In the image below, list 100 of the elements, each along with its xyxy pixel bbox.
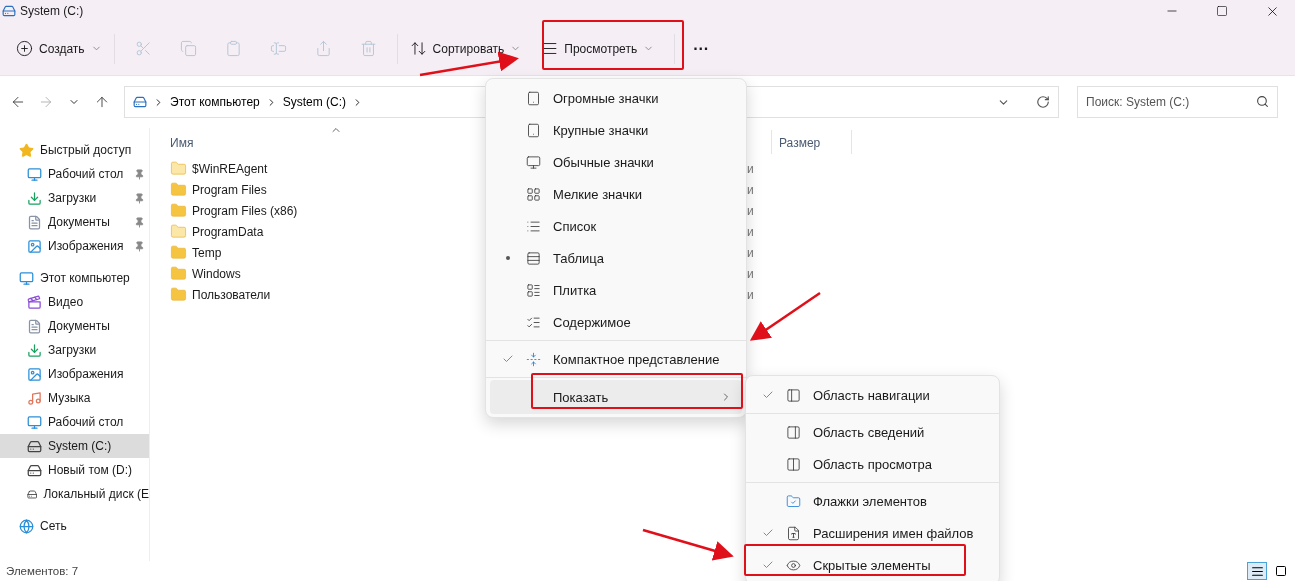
- menu-item[interactable]: Плитка: [490, 274, 742, 306]
- column-header[interactable]: Имя: [170, 136, 194, 150]
- computer-icon: [19, 270, 34, 286]
- panel-right-icon: [786, 424, 801, 440]
- panel-left-icon: [786, 387, 801, 403]
- pin-icon: [134, 192, 145, 204]
- menu-item[interactable]: Обычные значки: [490, 146, 742, 178]
- menu-item[interactable]: Показать: [490, 380, 742, 414]
- details-view-button[interactable]: [1247, 562, 1267, 580]
- desktop-icon: [27, 166, 42, 182]
- music-icon: [27, 390, 42, 406]
- new-icon: [16, 40, 33, 57]
- window-title: System (C:): [20, 4, 85, 18]
- menu-item[interactable]: Таблица: [490, 242, 742, 274]
- eye-icon: [786, 557, 801, 573]
- pin-icon: [134, 168, 145, 180]
- compact-icon: [526, 351, 541, 367]
- breadcrumb[interactable]: System (C:): [282, 95, 347, 109]
- sidebar-item[interactable]: Новый том (D:): [0, 458, 149, 482]
- sidebar-item[interactable]: Рабочий стол: [0, 162, 149, 186]
- medium-view-icon: [526, 154, 541, 170]
- file-name[interactable]: ProgramData: [192, 224, 264, 239]
- sort-icon: [409, 40, 427, 57]
- large-view-icon: [526, 122, 541, 138]
- file-name[interactable]: $WinREAgent: [192, 161, 268, 176]
- lines-icon: [1250, 564, 1264, 578]
- menu-item[interactable]: Область просмотра: [750, 448, 995, 480]
- search-icon: [1256, 95, 1269, 108]
- sidebar-item[interactable]: Быстрый доступ: [0, 138, 149, 162]
- star-icon: [19, 142, 34, 158]
- search-field[interactable]: Поиск: System (C:): [1077, 86, 1278, 118]
- file-name[interactable]: Пользователи: [192, 287, 271, 302]
- check-icon: [762, 527, 774, 539]
- content-icon: [526, 314, 541, 330]
- menu-item[interactable]: Флажки элементов: [750, 485, 995, 517]
- large-view-icon: [526, 90, 541, 106]
- image-icon: [27, 366, 42, 382]
- drive-icon: [27, 462, 42, 478]
- sidebar-item[interactable]: Изображения: [0, 362, 149, 386]
- list-icon: [526, 218, 541, 234]
- sidebar-item[interactable]: System (C:): [0, 434, 149, 458]
- pin-icon: [134, 216, 145, 228]
- menu-item[interactable]: Компактное представление: [490, 343, 742, 375]
- sidebar-item[interactable]: Рабочий стол: [0, 410, 149, 434]
- table-cell: и: [747, 245, 754, 260]
- file-name[interactable]: Windows: [192, 266, 241, 281]
- image-icon: [27, 238, 42, 254]
- sidebar-item[interactable]: Локальный диск (E: [0, 482, 149, 506]
- desktop-icon: [27, 414, 42, 430]
- annotation-arrow: [749, 291, 821, 341]
- sidebar-item[interactable]: Музыка: [0, 386, 149, 410]
- lines-icon: [541, 40, 559, 57]
- view-button[interactable]: Просмотреть: [527, 30, 669, 67]
- maximize-icon: [1216, 5, 1228, 17]
- arrow-right-icon: [38, 94, 54, 110]
- table-cell: и: [747, 224, 754, 239]
- table-cell: и: [747, 266, 754, 281]
- sidebar-item[interactable]: Документы: [0, 314, 149, 338]
- network-icon: [19, 518, 34, 534]
- tiles-icon: [526, 282, 541, 298]
- menu-item[interactable]: Скрытые элементы: [750, 549, 995, 581]
- video-icon: [27, 294, 42, 310]
- file-name[interactable]: Program Files: [192, 182, 267, 197]
- menu-item[interactable]: Список: [490, 210, 742, 242]
- menu-item[interactable]: Расширения имен файлов: [750, 517, 995, 549]
- sidebar-item[interactable]: Видео: [0, 290, 149, 314]
- refresh-icon[interactable]: [1036, 95, 1050, 109]
- check-icon: [762, 559, 774, 571]
- sort-button[interactable]: Сортировать: [403, 30, 528, 67]
- sidebar-item[interactable]: Этот компьютер: [0, 266, 149, 290]
- sidebar-item[interactable]: Загрузки: [0, 186, 149, 210]
- more-button[interactable]: ···: [681, 30, 722, 67]
- document-icon: [27, 318, 42, 334]
- file-name[interactable]: Temp: [192, 245, 222, 260]
- drive-icon: [2, 4, 16, 18]
- sidebar-item[interactable]: Загрузки: [0, 338, 149, 362]
- sidebar-item[interactable]: Документы: [0, 210, 149, 234]
- menu-item[interactable]: Область сведений: [750, 416, 995, 448]
- menu-item[interactable]: Мелкие значки: [490, 178, 742, 210]
- item-count: Элементов: 7: [6, 565, 79, 577]
- download-icon: [27, 190, 42, 206]
- menu-item[interactable]: Содержимое: [490, 306, 742, 338]
- breadcrumb[interactable]: Этот компьютер: [170, 95, 260, 109]
- menu-item[interactable]: Крупные значки: [490, 114, 742, 146]
- folder-check-icon: [786, 493, 801, 509]
- grid-icon: [526, 186, 541, 202]
- document-icon: [27, 214, 42, 230]
- download-icon: [27, 342, 42, 358]
- sidebar-item[interactable]: Изображения: [0, 234, 149, 258]
- file-name[interactable]: Program Files (x86): [192, 203, 298, 218]
- pin-icon: [134, 240, 145, 252]
- column-header[interactable]: Размер: [779, 136, 821, 150]
- sidebar-item[interactable]: Сеть: [0, 514, 149, 538]
- drive-icon: [27, 438, 42, 454]
- drive-icon: [133, 95, 147, 109]
- menu-item[interactable]: Огромные значки: [490, 82, 742, 114]
- menu-item[interactable]: Область навигации: [750, 379, 995, 411]
- new-button[interactable]: Создать: [10, 30, 108, 67]
- file-icon: [786, 525, 801, 541]
- table-cell: и: [747, 161, 754, 176]
